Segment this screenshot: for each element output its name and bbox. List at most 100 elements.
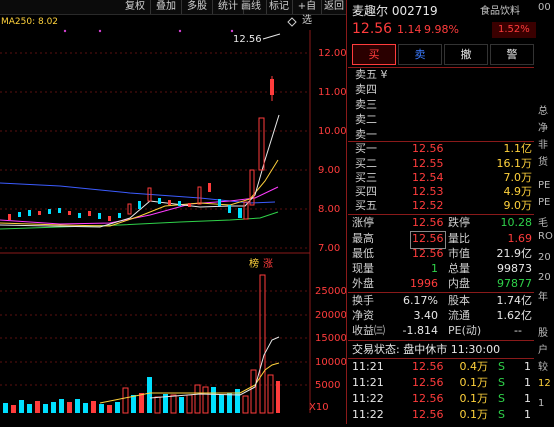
buy-level-label: 买一 (355, 142, 377, 155)
edge-text: 股 (538, 328, 548, 339)
share-capital-label: 股本 (448, 294, 470, 307)
limit-up-value: 12.56 (412, 216, 444, 229)
trade-time: 11:21 (352, 376, 384, 389)
net-asset-value: 3.40 (413, 309, 439, 322)
market-cap-label: 市值 (448, 247, 470, 260)
volume-label: 20000 (315, 310, 346, 321)
volume-label: 10000 (315, 357, 346, 368)
low-value: 12.56 (412, 247, 444, 260)
price-label: 12.00 (318, 48, 346, 59)
sector-name[interactable]: 食品饮料 (480, 4, 520, 20)
diamond-icon[interactable] (287, 17, 297, 27)
price-label: 9.00 (318, 165, 340, 176)
edge-text: 非 (538, 140, 548, 151)
buy-level-volume: 9.0万 (503, 199, 533, 212)
net-asset-label: 净资 (352, 309, 374, 322)
edge-text: 货 (538, 157, 548, 168)
current-volume-value: 1 (431, 262, 438, 275)
low-label: 最低 (352, 247, 374, 260)
kline-chart-pane[interactable]: MA250: 8.02 12.00 11.00 10.00 9.00 8.00 … (0, 15, 347, 424)
market-cap-value: 21.9亿 (496, 247, 533, 260)
trade-price: 12.56 (412, 376, 444, 389)
alert-button[interactable]: 警 (490, 44, 534, 65)
change-percent: 9.98% (424, 23, 459, 36)
inner-volume-value: 97877 (497, 277, 532, 290)
sell-button[interactable]: 卖 (398, 44, 442, 65)
trade-count: 1 (524, 408, 531, 421)
trade-count: 1 (524, 376, 531, 389)
ma250-label: MA250: 8.02 (1, 17, 58, 27)
edge-text: 净 (538, 123, 548, 134)
float-shares-label: 流通 (448, 309, 470, 322)
list-tag: 榜 (249, 257, 259, 270)
mark-button[interactable]: 标记 (266, 0, 293, 14)
edge-text: PE (538, 197, 551, 208)
cancel-order-button[interactable]: 撤 (444, 44, 488, 65)
volume-label: 15000 (315, 333, 346, 344)
total-volume-value: 99873 (497, 262, 532, 275)
current-price: 12.56 (352, 21, 393, 37)
outer-volume-label: 外盘 (352, 277, 374, 290)
side-info-panel-clipped: 00 总 净 非 货 PE PE 毛 RO 20 20 年 股 户 较 12 1 (536, 0, 554, 424)
top-marker-dots (63, 29, 234, 33)
high-marker-arrow (262, 33, 281, 40)
edge-text: 00 (538, 2, 551, 13)
chart-toolbar: 复权 叠加 多股 统计 画线 标记 +自选 返回 (0, 0, 346, 26)
inner-volume-label: 内盘 (448, 277, 470, 290)
high-label: 最高 (352, 232, 374, 245)
trade-time: 11:22 (352, 408, 384, 421)
price-label: 10.00 (318, 126, 346, 137)
multi-stock-button[interactable]: 多股 (182, 0, 213, 14)
high-price-marker: 12.56 (233, 34, 262, 45)
edge-text: 12 (538, 378, 551, 389)
trade-side: S (498, 376, 505, 389)
kline-chart-svg: MA250: 8.02 12.00 11.00 10.00 9.00 8.00 … (0, 17, 347, 414)
trade-count: 1 (524, 360, 531, 373)
fuquan-button[interactable]: 复权 (120, 0, 151, 14)
sell-level-4: 卖四 (355, 83, 377, 96)
eps-label: 收益㈢ (352, 324, 385, 337)
stock-code: 002719 (391, 4, 438, 18)
buy-level-volume: 1.1亿 (503, 142, 533, 155)
price-label: 8.00 (318, 204, 340, 215)
limit-down-label: 跌停 (448, 216, 470, 229)
edge-text: 总 (538, 106, 548, 117)
limit-up-label: 涨停 (352, 216, 374, 229)
trading-status: 交易状态: 盘中休市 11:30:00 (352, 343, 501, 356)
edge-text: 年 (538, 292, 548, 303)
volume-gridlines (0, 290, 310, 386)
eps-value: -1.814 (402, 324, 438, 337)
add-watchlist-button[interactable]: +自选 (293, 0, 322, 26)
back-button[interactable]: 返回 (322, 0, 346, 14)
turnover-label: 换手 (352, 294, 374, 307)
trade-volume: 0.4万 (459, 360, 489, 373)
trade-price: 12.56 (412, 408, 444, 421)
trade-price: 12.56 (412, 392, 444, 405)
trade-count: 1 (524, 392, 531, 405)
volume-label: 5000 (315, 380, 340, 391)
volume-ratio-label: 量比 (448, 232, 470, 245)
turnover-value: 6.17% (403, 294, 438, 307)
trade-volume: 0.1万 (459, 408, 489, 421)
pe-value: -- (514, 324, 522, 337)
total-volume-label: 总量 (448, 262, 470, 275)
draw-line-button[interactable]: 画线 (236, 0, 267, 14)
trade-side: S (498, 392, 505, 405)
price-label: 11.00 (318, 87, 346, 98)
share-capital-value: 1.74亿 (496, 294, 533, 307)
overlay-button[interactable]: 叠加 (151, 0, 182, 14)
buy-button[interactable]: 买 (352, 44, 396, 65)
edge-text: 20 (538, 252, 551, 263)
price-change: 1.14 (397, 23, 422, 36)
volume-bars (3, 274, 280, 414)
trade-volume: 0.1万 (459, 376, 489, 389)
sell-level-3: 卖三 (355, 98, 377, 111)
sell-level-2: 卖二 (355, 113, 377, 126)
volume-ratio-value: 1.69 (507, 232, 533, 245)
limit-up-tag: 涨 (263, 258, 273, 270)
trade-side: S (498, 360, 505, 373)
trade-side: S (498, 408, 505, 421)
trade-time: 11:22 (352, 392, 384, 405)
edge-text: 1 (538, 398, 545, 409)
current-volume-label: 现量 (352, 262, 374, 275)
